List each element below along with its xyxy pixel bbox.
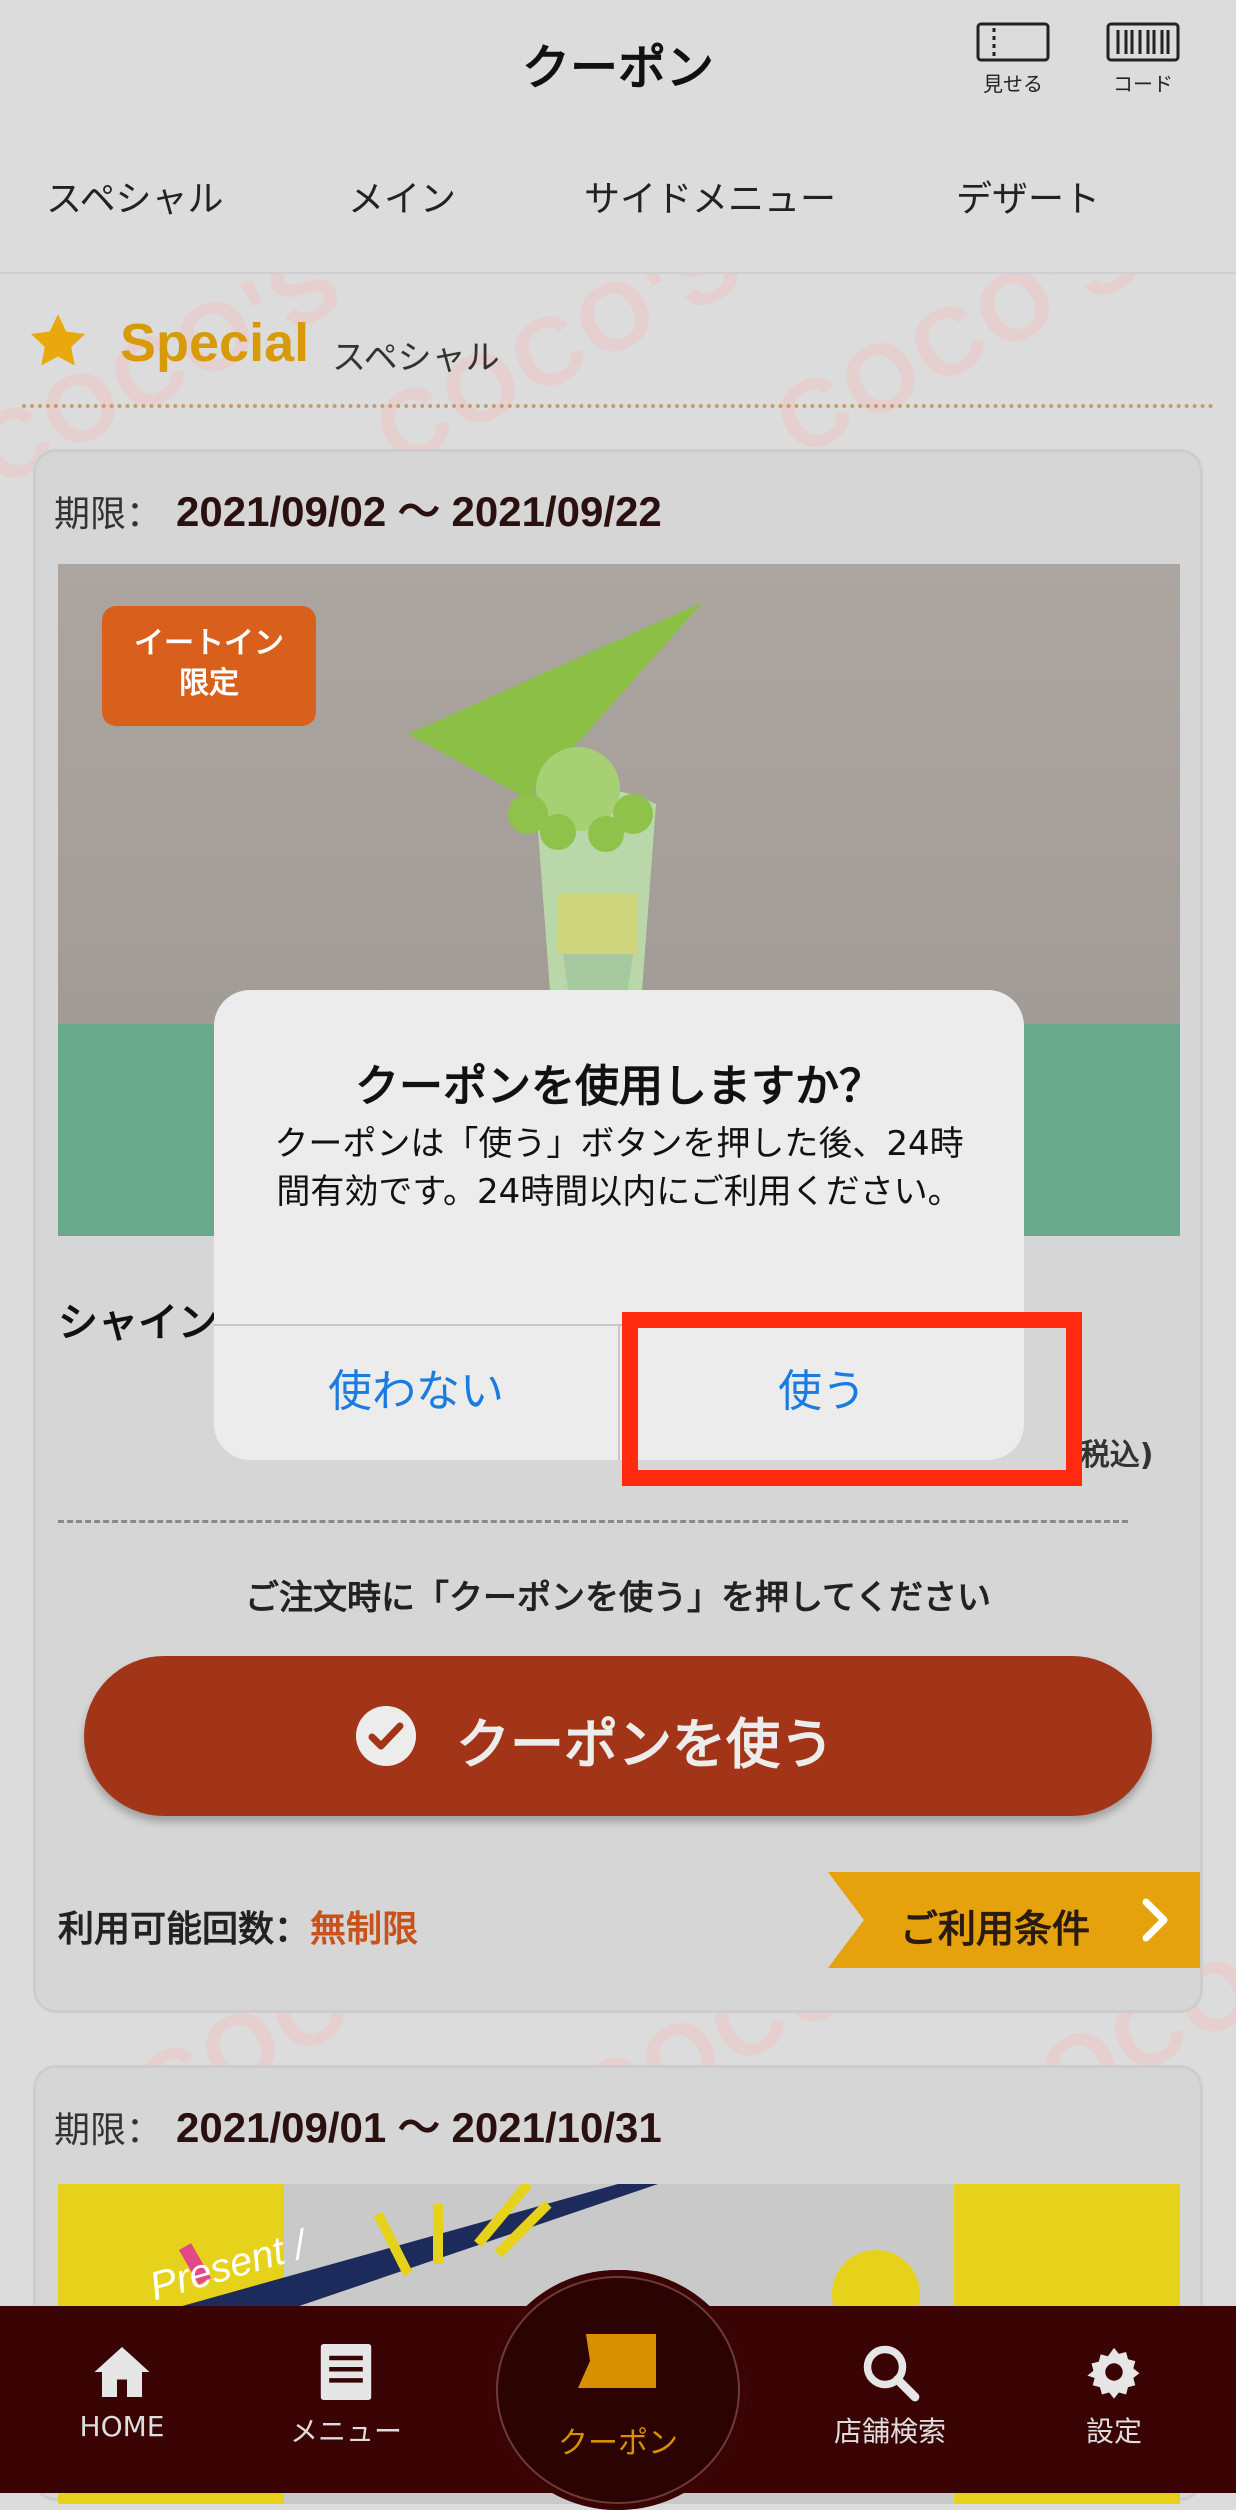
barcode-icon [1106,22,1180,62]
dialog-title: クーポンを使用しますか？ [355,1061,883,1112]
coupon-period: 期限： 2021/09/02 ～ 2021/09/22 [54,478,662,539]
tab-main[interactable]: メイン [348,170,456,222]
terms-label: ご利用条件 [900,1907,1091,1951]
badge-line2: 限定 [179,666,239,701]
usage-count: 利用可能回数：無制限 [58,1900,418,1952]
count-label: 利用可能回数： [58,1909,311,1950]
category-tabs: スペシャル メイン サイドメニュー デザート [0,170,1236,230]
highlight-box [622,1312,1082,1486]
use-coupon-button[interactable]: クーポンを使う [84,1656,1152,1816]
period-value: 2021/09/02 ～ 2021/09/22 [176,488,662,535]
badge-line1: イートイン [134,626,284,661]
section-title: Special [120,313,310,373]
coupon-period: 期限： 2021/09/01 ～ 2021/10/31 [54,2094,662,2155]
coupon-tag-icon [578,2334,656,2388]
section-subtitle: スペシャル [332,338,500,378]
nav-settings[interactable]: 設定 [1024,2334,1204,2450]
dialog-message: クーポンは「使う」ボタンを押した後、24時間有効です。24時間以内にご利用くださ… [274,1124,964,1212]
nav-coupon[interactable]: クーポン [490,2270,746,2510]
nav-store-search[interactable]: 店舗検索 [800,2334,980,2450]
period-label: 期限： [54,2110,163,2151]
nav-home[interactable]: HOME [32,2334,212,2443]
search-icon [863,2345,920,2402]
code-label: コード [1113,72,1173,96]
gear-icon [1087,2347,1140,2399]
usage-instruction: ご注文時に「クーポンを使う」を押してください [245,1578,991,1618]
app-header: クーポン 見せる コード スペシャル メイン サイドメニュー デザート [0,0,1236,274]
period-label: 期限： [54,494,163,535]
checkmark-circle-icon [356,1706,416,1766]
ticket-icon [976,22,1050,62]
section-divider [22,404,1214,408]
eat-in-only-badge: イートイン 限定 [102,606,316,726]
nav-settings-label: 設定 [1085,2415,1142,2448]
product-name: シャイン [58,1300,218,1346]
show-button[interactable]: 見せる [958,22,1068,97]
tab-dessert[interactable]: デザート [956,170,1100,222]
nav-coupon-label: クーポン [558,2426,678,2461]
dashed-divider [58,1520,1128,1523]
use-coupon-label: クーポンを使う [456,1713,834,1776]
tab-side-menu[interactable]: サイドメニュー [584,170,836,222]
nav-menu-label: メニュー [289,2415,402,2448]
period-value: 2021/09/01 ～ 2021/10/31 [176,2104,662,2151]
show-label: 見せる [983,72,1043,96]
home-icon [94,2347,150,2397]
nav-home-label: HOME [79,2410,165,2443]
nav-store-search-label: 店舗検索 [833,2415,946,2448]
terms-button[interactable]: ご利用条件 [828,1872,1200,1968]
tab-special[interactable]: スペシャル [46,170,223,222]
section-heading: Special スペシャル [22,300,1212,380]
code-button[interactable]: コード [1088,22,1198,97]
nav-menu[interactable]: メニュー [256,2334,436,2450]
dont-use-button[interactable]: 使わない [214,1324,618,1460]
count-value: 無制限 [310,1909,419,1950]
menu-book-icon [320,2344,372,2400]
star-icon [31,314,85,366]
